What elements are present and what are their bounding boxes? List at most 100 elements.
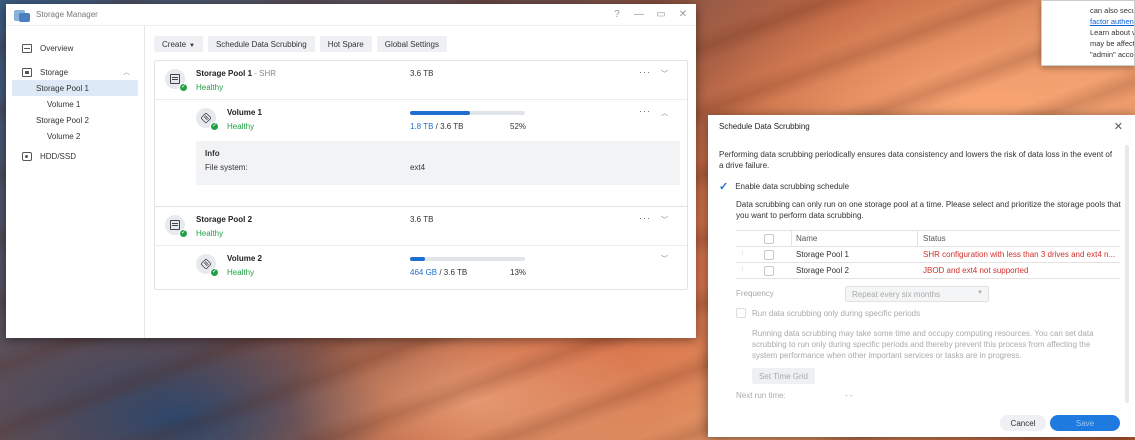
storage-pool-card: ✓ Storage Pool 1 - SHR Healthy 3.6 TB ··…: [154, 60, 688, 218]
toolbar: Create ▼ Schedule Data Scrubbing Hot Spar…: [146, 26, 696, 52]
drag-handle-icon[interactable]: ⋮: [739, 250, 746, 258]
sidebar-item-storage-pool-1[interactable]: Storage Pool 1: [12, 80, 138, 96]
storage-pool-table: Name Status ⋮ Storage Pool 1 SHR configu…: [736, 230, 1120, 279]
checkmark-icon: ✓: [719, 181, 729, 193]
table-row[interactable]: ⋮ Storage Pool 1 SHR configuration with …: [736, 247, 1120, 263]
total-capacity: / 3.6 TB: [437, 268, 468, 277]
chevron-down-icon[interactable]: ﹀: [661, 69, 668, 79]
usage-progress-bar: [410, 111, 525, 115]
more-options-icon[interactable]: ···: [639, 106, 651, 116]
more-options-icon[interactable]: ···: [639, 213, 651, 223]
pool-size: 3.6 TB: [410, 69, 434, 78]
pool-selection-description: Data scrubbing can only run on one stora…: [736, 200, 1121, 220]
storage-manager-window: Storage Manager ? — ▭ ✕ Overview Storage…: [6, 4, 696, 338]
global-settings-button[interactable]: Global Settings: [376, 36, 447, 52]
create-button[interactable]: Create ▼: [154, 36, 203, 52]
maximize-icon[interactable]: ▭: [656, 9, 666, 20]
help-line: can also secu: [1090, 6, 1135, 15]
checkbox[interactable]: [736, 308, 746, 318]
close-icon[interactable]: ✕: [678, 9, 688, 20]
check-icon: ✓: [179, 83, 188, 92]
chevron-up-icon[interactable]: ︿: [123, 67, 130, 77]
cancel-button[interactable]: Cancel: [1000, 415, 1046, 431]
chevron-up-icon[interactable]: ︿: [661, 108, 668, 118]
sidebar-item-storage[interactable]: Storage ︿: [6, 64, 144, 80]
minimize-icon[interactable]: —: [634, 9, 644, 20]
chevron-down-icon[interactable]: ﹀: [661, 254, 668, 264]
used-capacity: 1.8 TB: [410, 122, 434, 131]
set-time-grid-button[interactable]: Set Time Grid: [752, 368, 815, 384]
row-checkbox[interactable]: [764, 250, 774, 260]
help-line: "admin" accou: [1090, 50, 1135, 59]
sidebar: Overview Storage ︿ Storage Pool 1 Volume…: [6, 26, 145, 338]
chevron-down-icon[interactable]: ﹀: [661, 215, 668, 225]
volume-usage: 464 GB / 3.6 TB: [410, 268, 467, 277]
schedule-data-scrubbing-button[interactable]: Schedule Data Scrubbing: [207, 36, 315, 52]
sidebar-item-volume-2[interactable]: Volume 2: [6, 128, 144, 144]
status-healthy: Healthy: [196, 229, 224, 238]
close-icon[interactable]: ✕: [1114, 120, 1123, 133]
pool-status-cell: SHR configuration with less than 3 drive…: [923, 250, 1116, 259]
used-capacity: 464 GB: [410, 268, 438, 277]
file-system-value: ext4: [410, 163, 426, 172]
sidebar-item-storage-pool-2[interactable]: Storage Pool 2: [6, 112, 144, 128]
specific-periods-description: Running data scrubbing may take some tim…: [752, 329, 1094, 360]
save-button[interactable]: Save: [1050, 415, 1120, 431]
help-icon[interactable]: ?: [612, 9, 622, 20]
row-checkbox[interactable]: [764, 266, 774, 276]
drag-handle-icon[interactable]: ⋮: [739, 266, 746, 274]
check-icon: ✓: [179, 229, 188, 238]
pool-name-text: Storage Pool 1: [196, 69, 253, 78]
usage-progress-fill: [410, 257, 425, 261]
next-run-label: Next run time:: [736, 391, 786, 400]
pool-size: 3.6 TB: [410, 215, 434, 224]
storage-pool-card: ✓ Storage Pool 2 Healthy 3.6 TB ··· ﹀ ✓ …: [154, 206, 688, 290]
storage-pool-icon: ✓: [165, 69, 188, 92]
table-header: Name Status: [736, 231, 1120, 247]
chevron-down-icon: ▼: [977, 290, 983, 296]
file-system-label: File system:: [205, 163, 248, 172]
help-popup: can also secu factor authenti Learn abou…: [1041, 0, 1135, 66]
scrollbar[interactable]: [1125, 145, 1129, 403]
frequency-select[interactable]: Repeat every six months ▼: [845, 286, 989, 302]
check-icon: ✓: [210, 268, 219, 277]
status-healthy: Healthy: [196, 83, 224, 92]
specific-periods-checkbox[interactable]: Run data scrubbing only during specific …: [736, 308, 920, 318]
volume-name: Volume 2: [227, 254, 262, 263]
storage-manager-app-icon: [14, 8, 30, 22]
pool-name-cell: Storage Pool 1: [796, 250, 849, 259]
sidebar-item-overview[interactable]: Overview: [6, 40, 144, 56]
sidebar-item-volume-1[interactable]: Volume 1: [6, 96, 144, 112]
more-options-icon[interactable]: ···: [639, 67, 651, 77]
column-header-name: Name: [796, 234, 818, 243]
titlebar[interactable]: Storage Manager ? — ▭ ✕: [6, 4, 696, 26]
help-link[interactable]: factor authenti: [1090, 16, 1134, 27]
frequency-value: Repeat every six months: [852, 290, 941, 299]
next-run-value: - -: [845, 391, 853, 400]
hdd-icon: [22, 151, 32, 161]
dialog-title: Schedule Data Scrubbing: [719, 122, 810, 131]
column-divider: [791, 231, 792, 246]
frequency-label: Frequency: [736, 289, 774, 298]
status-healthy: Healthy: [227, 122, 255, 131]
sidebar-item-hdd-ssd[interactable]: HDD/SSD: [6, 148, 144, 164]
volume-icon: ✓: [196, 254, 219, 277]
storage-icon: [22, 67, 32, 77]
hot-spare-button[interactable]: Hot Spare: [319, 36, 372, 52]
main-panel: Create ▼ Schedule Data Scrubbing Hot Spar…: [146, 26, 696, 338]
volume-icon: ✓: [196, 108, 219, 131]
specific-periods-label: Run data scrubbing only during specific …: [752, 308, 921, 318]
window-title: Storage Manager: [36, 10, 98, 19]
divider: [155, 245, 687, 246]
table-row[interactable]: ⋮ Storage Pool 2 JBOD and ext4 not suppo…: [736, 263, 1120, 279]
sidebar-item-label: Overview: [40, 43, 74, 53]
enable-scrubbing-label: Enable data scrubbing schedule: [735, 182, 850, 191]
select-all-checkbox[interactable]: [764, 234, 774, 244]
volume-name: Volume 1: [227, 108, 262, 117]
column-header-status: Status: [923, 234, 946, 243]
check-icon: ✓: [210, 122, 219, 131]
total-capacity: / 3.6 TB: [433, 122, 464, 131]
usage-progress-fill: [410, 111, 470, 115]
enable-scrubbing-checkbox[interactable]: ✓ Enable data scrubbing schedule: [719, 180, 849, 193]
usage-percent: 13%: [510, 268, 527, 277]
